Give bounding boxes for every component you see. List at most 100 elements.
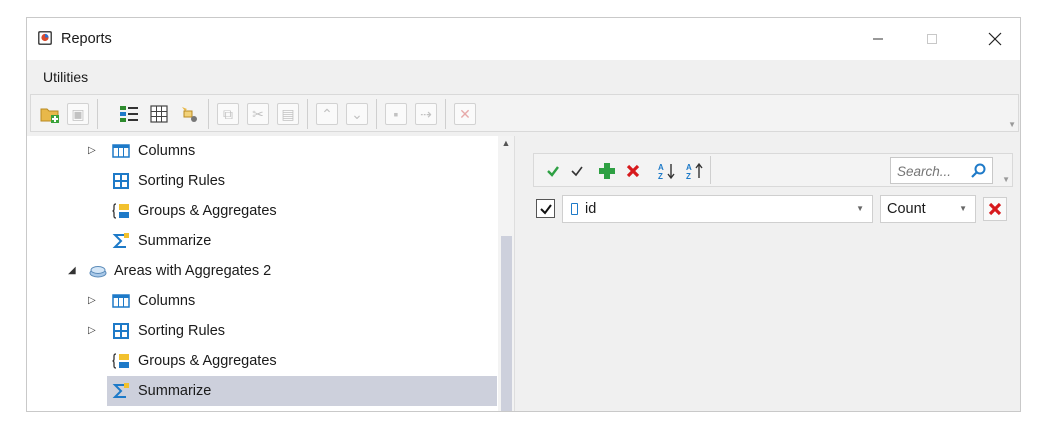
summarize-icon	[112, 383, 129, 398]
tree-item-label: Groups & Aggregates	[138, 353, 277, 369]
check-all-button[interactable]	[542, 160, 564, 182]
element-selection-button[interactable]	[176, 101, 202, 127]
chevron-down-icon: ⌄	[346, 103, 368, 125]
tree-item-label: Sorting Rules	[138, 173, 226, 189]
reports-window: Reports Utilities ▣ ⧉ ✂ ▤ ⌃ ⌄ ▪ ⇢ ✕ ▼ ▷ …	[26, 17, 1021, 412]
remove-row-button[interactable]	[983, 197, 1007, 221]
dropdown-arrow-icon: ▼	[856, 204, 864, 213]
tree-item[interactable]: Groups & Aggregates	[27, 346, 507, 376]
export-icon: ⇢	[415, 103, 437, 125]
columns-icon	[112, 294, 130, 308]
field-dropdown[interactable]: id ▼	[562, 195, 873, 223]
delete-button[interactable]: ✕	[452, 101, 478, 127]
sort-descending-button[interactable]: A Z	[684, 160, 706, 182]
save-button[interactable]: ▪	[383, 101, 409, 127]
toolbar-separator	[208, 99, 209, 129]
plus-icon	[599, 163, 615, 179]
move-down-button[interactable]: ⌄	[344, 101, 370, 127]
window-title: Reports	[61, 31, 112, 47]
scroll-up-icon[interactable]: ▲	[498, 138, 514, 152]
search-box[interactable]	[890, 157, 993, 184]
tree-item[interactable]: ◢ Areas with Aggregates 2	[27, 256, 507, 286]
remove-aggregate-button[interactable]	[622, 160, 644, 182]
tree-item-label: Summarize	[138, 233, 212, 249]
field-icon	[571, 203, 578, 215]
menu-bar: Utilities	[27, 60, 1020, 92]
field-value: id	[585, 201, 597, 217]
expand-icon[interactable]: ▷	[88, 145, 98, 157]
cut-button[interactable]: ✂	[245, 101, 271, 127]
tree-item-label: Columns	[138, 143, 196, 159]
tree-item-label: Sorting Rules	[138, 323, 226, 339]
check-icon	[571, 166, 583, 177]
maximize-icon	[927, 34, 937, 44]
scrollbar-thumb[interactable]	[501, 236, 512, 411]
collapse-icon[interactable]: ◢	[68, 265, 78, 277]
sort-ascending-icon: A Z	[658, 163, 675, 181]
tree-item-label: Columns	[138, 293, 196, 309]
svg-text:Z: Z	[658, 172, 663, 181]
tree-item[interactable]: ▷ Columns	[27, 136, 507, 166]
tree-item[interactable]: ▷ Sorting Rules	[27, 316, 507, 346]
groups-aggregates-icon	[112, 203, 129, 219]
aggregate-enabled-checkbox[interactable]	[536, 199, 555, 218]
tree-item[interactable]: Groups & Aggregates	[27, 196, 507, 226]
export-button[interactable]: ⇢	[413, 101, 439, 127]
dropdown-arrow-icon: ▼	[959, 204, 967, 213]
uncheck-all-button[interactable]	[566, 160, 588, 182]
close-button[interactable]	[972, 18, 1018, 60]
toolbar-separator	[445, 99, 446, 129]
aggregate-toolbar: A Z A Z ▼	[533, 153, 1013, 187]
checkmark-icon	[539, 203, 552, 215]
tree-item-selected[interactable]: Summarize	[27, 376, 507, 406]
copy-button[interactable]: ⧉	[215, 101, 241, 127]
minimize-icon	[873, 38, 883, 40]
grid-view-button[interactable]	[146, 101, 172, 127]
search-icon[interactable]	[970, 162, 986, 180]
sort-descending-icon: A Z	[686, 162, 703, 181]
paste-icon: ▤	[277, 103, 299, 125]
paste-button[interactable]: ▤	[275, 101, 301, 127]
toolbar-overflow-icon[interactable]: ▼	[1002, 175, 1010, 184]
tree-item[interactable]: ▷ Columns	[27, 286, 507, 316]
toolbar-overflow-icon[interactable]: ▼	[1008, 120, 1016, 129]
toolbar-separator	[307, 99, 308, 129]
add-aggregate-button[interactable]	[596, 160, 618, 182]
tree-item-label: Groups & Aggregates	[138, 203, 277, 219]
new-report-button[interactable]	[37, 101, 63, 127]
check-all-icon	[547, 166, 559, 177]
red-x-icon	[988, 202, 1002, 216]
toolbar-separator	[710, 156, 711, 184]
main-toolbar: ▣ ⧉ ✂ ▤ ⌃ ⌄ ▪ ⇢ ✕ ▼	[30, 94, 1019, 132]
maximize-button[interactable]	[909, 18, 955, 60]
move-up-button[interactable]: ⌃	[314, 101, 340, 127]
groups-aggregates-icon	[112, 353, 129, 369]
menu-utilities[interactable]: Utilities	[43, 69, 88, 85]
search-input[interactable]	[897, 162, 967, 180]
tree-item[interactable]: Summarize	[27, 226, 507, 256]
close-icon	[988, 32, 1002, 46]
toolbar-separator	[376, 99, 377, 129]
sorting-rules-icon	[113, 323, 129, 339]
svg-text:A: A	[658, 163, 664, 172]
chevron-up-icon: ⌃	[316, 103, 338, 125]
title-bar[interactable]: Reports	[27, 18, 1020, 60]
minimize-button[interactable]	[855, 18, 901, 60]
tree-item[interactable]: Sorting Rules	[27, 166, 507, 196]
save-icon: ▪	[385, 103, 407, 125]
toolbar-separator	[97, 99, 98, 129]
columns-icon	[112, 144, 130, 158]
red-x-icon	[626, 164, 640, 178]
reports-app-icon	[38, 31, 52, 45]
properties-view-button[interactable]	[116, 101, 142, 127]
aggregate-function-dropdown[interactable]: Count ▼	[880, 195, 976, 223]
report-copy-icon: ▣	[67, 103, 89, 125]
sort-ascending-button[interactable]: A Z	[656, 160, 678, 182]
svg-text:Z: Z	[686, 172, 691, 181]
folder-add-icon	[40, 108, 59, 123]
copy-report-button[interactable]: ▣	[65, 101, 91, 127]
tree-item-label: Areas with Aggregates 2	[114, 263, 272, 279]
expand-icon[interactable]: ▷	[88, 295, 98, 307]
tree-item-label: Summarize	[138, 383, 212, 399]
expand-icon[interactable]: ▷	[88, 325, 98, 337]
